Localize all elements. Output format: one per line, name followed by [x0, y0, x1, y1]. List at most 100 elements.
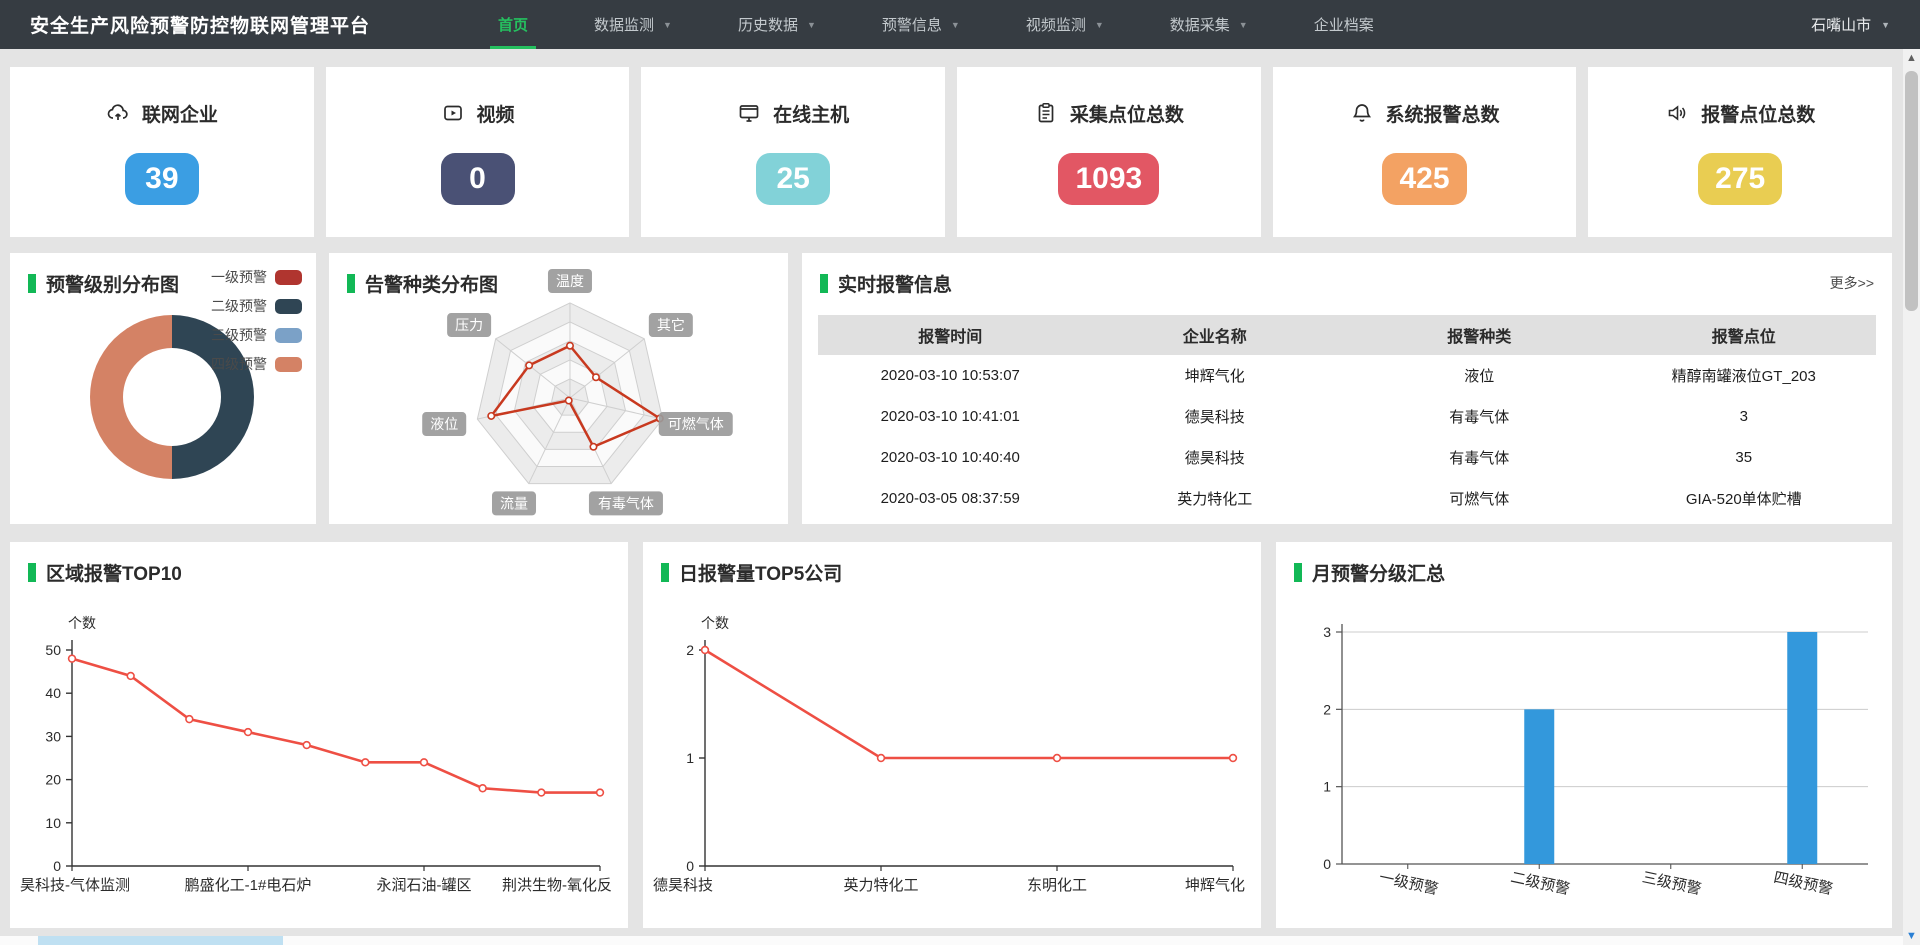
- table-cell: 液位: [1347, 365, 1612, 386]
- nav-item-label: 数据监测: [594, 14, 654, 35]
- svg-text:20: 20: [45, 772, 61, 788]
- nav-item-6[interactable]: 企业档案: [1300, 0, 1388, 49]
- svg-text:40: 40: [45, 685, 61, 701]
- stat-card: 报警点位总数275: [1588, 67, 1892, 237]
- nav-item-label: 历史数据: [738, 14, 798, 35]
- x-axis-label: 德昊科技: [653, 876, 713, 894]
- svg-text:50: 50: [45, 642, 61, 658]
- nav-item-label: 数据采集: [1170, 14, 1230, 35]
- panel-realtime-alarms: 实时报警信息 更多>> 报警时间企业名称报警种类报警点位 2020-03-10 …: [802, 253, 1892, 524]
- svg-text:2: 2: [686, 642, 694, 658]
- x-axis-label: 荆洪生物-氧化反: [502, 877, 612, 894]
- svg-text:10: 10: [45, 815, 61, 831]
- panel-region-alarm-top10: 区域报警TOP10 01020304050个数昊科技-气体监测鹏盛化工-1#电石…: [10, 542, 628, 928]
- svg-text:温度: 温度: [556, 273, 584, 289]
- legend-label: 二级预警: [211, 296, 267, 316]
- chevron-down-icon: ▼: [663, 20, 672, 30]
- nav-item-label: 企业档案: [1314, 14, 1374, 35]
- x-axis-label: 二级预警: [1509, 869, 1571, 898]
- stat-card: 采集点位总数 1093: [957, 67, 1261, 237]
- bar: [1787, 632, 1817, 864]
- stat-value: 39: [125, 153, 199, 205]
- speaker-icon: [1665, 101, 1689, 125]
- top-navbar: 安全生产风险预警防控物联网管理平台 首页数据监测▼历史数据▼预警信息▼视频监测▼…: [0, 0, 1920, 49]
- table-cell: 德昊科技: [1083, 447, 1348, 468]
- nav-item-5[interactable]: 数据采集 ▼: [1156, 0, 1262, 49]
- table-cell: GIA-520单体贮槽: [1612, 488, 1877, 509]
- legend-label: 四级预警: [211, 354, 267, 374]
- radar-axis-label: 压力: [447, 313, 491, 337]
- table-cell: 精醇南罐液位GT_203: [1612, 365, 1877, 386]
- panel-alarm-type-distribution: 告警种类分布图 温度其它可燃气体有毒气体流量液位压力: [329, 253, 788, 524]
- nav-item-2[interactable]: 历史数据 ▼: [724, 0, 830, 49]
- green-title-marker: [28, 563, 36, 582]
- panel-title: 日报警量TOP5公司: [679, 559, 842, 586]
- chevron-down-icon: ▼: [1095, 20, 1104, 30]
- svg-text:0: 0: [1323, 856, 1331, 872]
- svg-text:个数: 个数: [68, 615, 96, 631]
- horizontal-scrollbar[interactable]: [0, 936, 1903, 945]
- legend-item[interactable]: 二级预警: [211, 296, 302, 316]
- nav-item-0[interactable]: 首页: [484, 0, 542, 49]
- stat-label: 视频: [477, 100, 515, 127]
- radar-axis-label: 流量: [492, 491, 536, 515]
- stat-card: 联网企业39: [10, 67, 314, 237]
- nav-item-3[interactable]: 预警信息▼: [868, 0, 974, 49]
- vertical-scroll-thumb[interactable]: [1905, 71, 1918, 311]
- legend-item[interactable]: 一级预警: [211, 267, 302, 287]
- monthly-warning-bar-chart: 0123一级预警二级预警三级预警四级预警: [1276, 592, 1892, 922]
- stat-label: 采集点位总数: [1070, 100, 1184, 127]
- svg-text:流量: 流量: [500, 495, 528, 511]
- panel-daily-alarm-top5: 日报警量TOP5公司 012个数德昊科技英力特化工东明化工坤辉气化: [643, 542, 1261, 928]
- x-axis-label: 永润石油-罐区: [377, 877, 472, 894]
- table-cell: 2020-03-10 10:41:01: [818, 408, 1083, 425]
- chevron-down-icon: ▼: [807, 20, 816, 30]
- svg-text:液位: 液位: [430, 416, 458, 432]
- column-header: 报警种类: [1347, 323, 1612, 347]
- chevron-down-icon: ▼: [951, 20, 960, 30]
- x-axis-label: 坤辉气化: [1185, 877, 1245, 894]
- stat-value: 1093: [1058, 153, 1159, 205]
- stat-cards-row: 联网企业39视频0在线主机25采集点位总数1093系统报警总数425报警点位总数…: [10, 67, 1892, 237]
- radar-axis-label: 温度: [548, 269, 592, 293]
- horizontal-scroll-thumb[interactable]: [38, 936, 283, 945]
- donut-legend: 一级预警二级预警三级预警四级预警: [211, 267, 302, 374]
- table-cell: 3: [1612, 408, 1877, 425]
- table-row[interactable]: 2020-03-05 08:37:59英力特化工可燃气体GIA-520单体贮槽: [818, 478, 1876, 519]
- nav-item-label: 视频监测: [1026, 14, 1086, 35]
- table-cell: 有毒气体: [1347, 406, 1612, 427]
- svg-text:30: 30: [45, 728, 61, 744]
- panel-title: 预警级别分布图: [46, 270, 179, 297]
- more-link[interactable]: 更多>>: [1830, 273, 1874, 293]
- radar-axis-label: 有毒气体: [589, 491, 663, 515]
- nav-item-1[interactable]: 数据监测 ▼: [580, 0, 686, 49]
- table-row[interactable]: 2020-03-10 10:40:40德昊科技有毒气体35: [818, 437, 1876, 478]
- radar-axis-label: 其它: [649, 313, 693, 337]
- alarm-table-body: 2020-03-10 10:53:07坤辉气化液位精醇南罐液位GT_203202…: [818, 355, 1876, 519]
- svg-text:1: 1: [686, 750, 694, 766]
- scroll-down-icon[interactable]: ▼: [1903, 927, 1920, 945]
- svg-text:0: 0: [686, 858, 694, 874]
- stat-card: 视频 0: [326, 67, 630, 237]
- radar-axis-label: 可燃气体: [659, 412, 733, 436]
- legend-item[interactable]: 四级预警: [211, 354, 302, 374]
- stat-value: 0: [441, 153, 515, 205]
- panel-monthly-warning-summary: 月预警分级汇总 0123一级预警二级预警三级预警四级预警: [1276, 542, 1892, 928]
- vertical-scrollbar[interactable]: ▲ ▼: [1903, 49, 1920, 945]
- table-row[interactable]: 2020-03-10 10:53:07坤辉气化液位精醇南罐液位GT_203: [818, 355, 1876, 396]
- legend-item[interactable]: 三级预警: [211, 325, 302, 345]
- chevron-down-icon: ▼: [1881, 20, 1890, 30]
- chevron-down-icon: ▼: [1239, 20, 1248, 30]
- svg-text:2: 2: [1323, 701, 1331, 717]
- nav-item-4[interactable]: 视频监测 ▼: [1012, 0, 1118, 49]
- stat-value: 275: [1698, 153, 1782, 205]
- region-selector[interactable]: 石嘴山市 ▼: [1811, 14, 1890, 35]
- x-axis-label: 东明化工: [1027, 877, 1087, 894]
- alarm-type-radar-chart: 温度其它可燃气体有毒气体 流量 液位 压力: [329, 253, 788, 524]
- table-row[interactable]: 2020-03-10 10:41:01德昊科技有毒气体3: [818, 396, 1876, 437]
- x-axis-label: 一级预警: [1378, 869, 1440, 898]
- clipboard-icon: [1034, 101, 1058, 125]
- cloud-upload-icon: [106, 101, 130, 125]
- scroll-up-icon[interactable]: ▲: [1903, 49, 1920, 67]
- x-axis-label: 英力特化工: [843, 876, 918, 894]
